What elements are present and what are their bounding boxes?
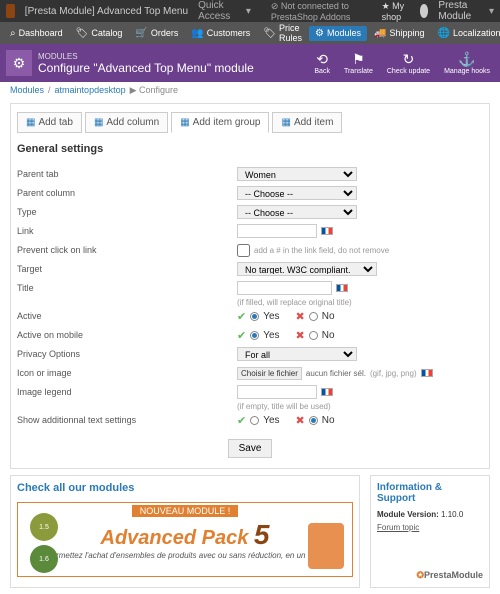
hint-title: (if filled, will replace original title)	[237, 298, 483, 307]
dashboard-icon: ⌕	[10, 28, 16, 39]
label-type: Type	[17, 207, 237, 217]
lang-flag-icon[interactable]	[321, 227, 333, 235]
input-title[interactable]	[237, 281, 332, 295]
label-title: Title	[17, 283, 237, 293]
label-active: Active	[17, 311, 237, 321]
crumb-modules[interactable]: Modules	[10, 85, 44, 96]
user-name[interactable]: Presta Module	[438, 0, 479, 22]
file-status: aucun fichier sél.	[306, 369, 366, 378]
plus-icon: ▦	[94, 117, 103, 128]
cross-icon: ✖	[296, 414, 305, 427]
flag-icon: ⚑	[344, 51, 373, 68]
back-icon: ⟲	[314, 51, 330, 68]
avatar[interactable]	[420, 4, 429, 18]
file-choose-button[interactable]: Choisir le fichier	[237, 367, 302, 380]
plus-icon: ▦	[26, 117, 35, 128]
page-title: [Presta Module] Advanced Top Menu	[25, 6, 188, 17]
nav-orders[interactable]: 🛒Orders	[129, 26, 184, 41]
label-privacy: Privacy Options	[17, 349, 237, 359]
input-legend[interactable]	[237, 385, 317, 399]
radio-active-yes[interactable]	[250, 312, 259, 321]
header-small: MODULES	[38, 52, 314, 61]
nav-localization[interactable]: 🌐Localization	[432, 26, 500, 41]
anchor-icon: ⚓	[444, 51, 490, 68]
nav-modules[interactable]: ⚙Modules	[309, 26, 367, 41]
tab-add-item-group[interactable]: ▦Add item group	[171, 112, 269, 133]
plus-icon: ▦	[180, 117, 189, 128]
customers-icon: 👥	[191, 28, 203, 39]
crumb-module-name[interactable]: atmaintopdesktop	[55, 85, 126, 96]
radio-show-yes[interactable]	[250, 416, 259, 425]
label-icon: Icon or image	[17, 368, 237, 378]
translate-button[interactable]: ⚑Translate	[344, 51, 373, 75]
check-update-button[interactable]: ↻Check update	[387, 51, 430, 75]
check-icon: ✔	[237, 329, 246, 342]
tab-add-column[interactable]: ▦Add column	[85, 112, 168, 133]
hint-legend: (if empty, title will be used)	[237, 402, 483, 411]
header-big: Configure "Advanced Top Menu" module	[38, 61, 314, 75]
select-privacy[interactable]: For all	[237, 347, 357, 361]
truck-icon: 🚚	[374, 28, 386, 39]
radio-show-no[interactable]	[309, 416, 318, 425]
check-icon: ✔	[237, 310, 246, 323]
nav-dashboard[interactable]: ⌕Dashboard	[4, 26, 69, 41]
check-modules-title: Check all our modules	[17, 482, 353, 494]
save-button[interactable]: Save	[228, 439, 273, 458]
label-parent-tab: Parent tab	[17, 169, 237, 179]
label-prevent-click: Prevent click on link	[17, 245, 237, 255]
crumb-configure: ▶ Configure	[130, 85, 178, 96]
tag-icon: 🏷	[76, 28, 89, 39]
label-parent-column: Parent column	[17, 188, 237, 198]
orders-icon: 🛒	[135, 28, 147, 39]
nav-pricerules[interactable]: 🏷Price Rules	[257, 21, 308, 45]
lang-flag-icon[interactable]	[321, 388, 333, 396]
checkbox-prevent-click[interactable]	[237, 244, 250, 257]
cross-icon: ✖	[296, 310, 305, 323]
price-icon: 🏷	[263, 28, 276, 39]
tab-add-tab[interactable]: ▦Add tab	[17, 112, 82, 133]
info-support-title: Information & Support	[377, 482, 483, 504]
label-legend: Image legend	[17, 387, 237, 397]
forum-link[interactable]: Forum topic	[377, 523, 483, 532]
nav-catalog[interactable]: 🏷Catalog	[70, 26, 129, 41]
radio-mobile-yes[interactable]	[250, 331, 259, 340]
select-target[interactable]: No target. W3C compliant.	[237, 262, 377, 276]
lang-flag-icon[interactable]	[336, 284, 348, 292]
product-image	[308, 523, 344, 569]
select-type[interactable]: -- Choose --	[237, 205, 357, 219]
app-logo	[6, 4, 15, 18]
select-parent-tab[interactable]: Women	[237, 167, 357, 181]
badge-15: 1.5	[30, 513, 58, 541]
label-target: Target	[17, 264, 237, 274]
prestamodule-logo: ✪PrestaModule	[377, 570, 483, 581]
badge-16: 1.6	[30, 545, 58, 573]
promo-banner[interactable]: NOUVEAU MODULE ! Advanced Pack 5 Permett…	[17, 502, 353, 577]
radio-mobile-no[interactable]	[309, 331, 318, 340]
label-active-mobile: Active on mobile	[17, 330, 237, 340]
check-icon: ✔	[237, 414, 246, 427]
back-button[interactable]: ⟲Back	[314, 51, 330, 75]
tab-add-item[interactable]: ▦Add item	[272, 112, 342, 133]
cross-icon: ✖	[296, 329, 305, 342]
section-title: General settings	[17, 143, 483, 155]
label-link: Link	[17, 226, 237, 236]
addons-status[interactable]: ⊘ Not connected to PrestaShop Addons	[271, 1, 372, 22]
radio-active-no[interactable]	[309, 312, 318, 321]
plus-icon: ▦	[281, 117, 290, 128]
refresh-icon: ↻	[387, 51, 430, 68]
nav-shipping[interactable]: 🚚Shipping	[368, 26, 430, 41]
breadcrumb: Modules / atmaintopdesktop ▶ Configure	[0, 82, 500, 99]
globe-icon: 🌐	[438, 28, 450, 39]
lang-flag-icon[interactable]	[421, 369, 433, 377]
select-parent-column[interactable]: -- Choose --	[237, 186, 357, 200]
puzzle-icon: ⚙	[315, 28, 324, 39]
module-icon: ⚙	[6, 50, 32, 76]
my-shop-link[interactable]: ★ My shop	[382, 1, 410, 22]
input-link[interactable]	[237, 224, 317, 238]
nav-customers[interactable]: 👥Customers	[185, 26, 256, 41]
manage-hooks-button[interactable]: ⚓Manage hooks	[444, 51, 490, 75]
quick-access[interactable]: Quick Access	[198, 0, 236, 22]
label-show-additional: Show additionnal text settings	[17, 415, 237, 425]
